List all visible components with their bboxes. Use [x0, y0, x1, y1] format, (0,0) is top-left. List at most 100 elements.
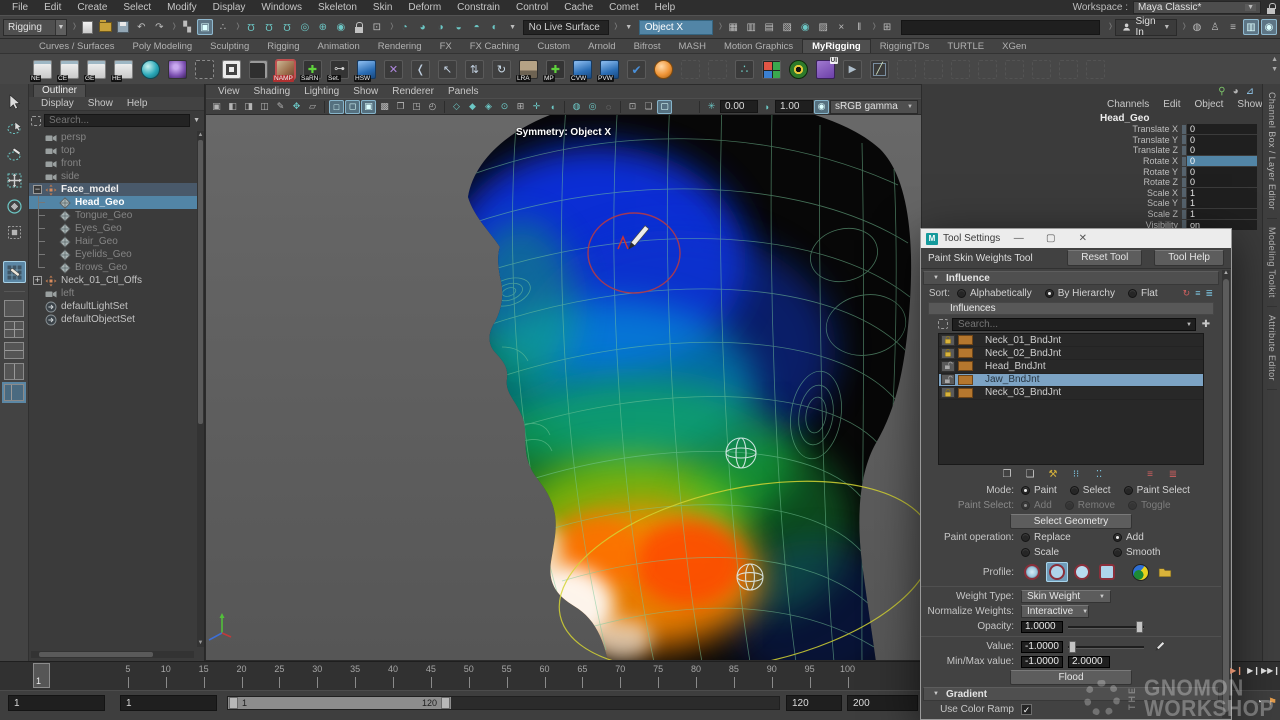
brush-profile-medium[interactable]	[1046, 562, 1068, 582]
max-value-field[interactable]: 2.0000	[1068, 656, 1110, 668]
shelf-tab[interactable]: Curves / Surfaces	[30, 40, 124, 53]
shelf-button[interactable]: SaRN	[300, 57, 325, 82]
capture-icon[interactable]: ❏	[641, 100, 656, 114]
min-value-field[interactable]: -1.0000	[1021, 656, 1063, 668]
shelf-scroll-down-icon[interactable]: ▼	[1271, 66, 1278, 73]
step-forward-frame-button[interactable]: ▶❙	[1247, 664, 1260, 677]
shelf-button[interactable]: MP	[543, 57, 568, 82]
influence-color-swatch[interactable]	[958, 348, 973, 358]
tree-view-icon[interactable]: ≣	[1205, 288, 1213, 299]
tab-attribute-editor[interactable]: Attribute Editor	[1267, 307, 1277, 390]
outliner-item[interactable]: Eyelids_Geo	[29, 248, 197, 261]
outliner-menu-item[interactable]: Show	[82, 98, 119, 109]
influence-list-item[interactable]: Neck_01_BndJnt	[939, 334, 1203, 347]
outliner-item[interactable]: Eyes_Geo	[29, 222, 197, 235]
channel-manipulator-icon[interactable]: ⚲	[1218, 86, 1225, 97]
shelf-button[interactable]	[408, 57, 433, 82]
paint-op-smooth-radio[interactable]	[1113, 548, 1122, 557]
display-layers-toggle-icon[interactable]: ≡	[1225, 19, 1241, 35]
modeling-toolkit-toggle-icon[interactable]: ◍	[1189, 19, 1205, 35]
mode-paint-radio[interactable]	[1021, 486, 1030, 495]
workspace-dropdown[interactable]: Maya Classic*▼	[1133, 1, 1261, 14]
view-transform-dropdown[interactable]: sRGB gamma▼	[830, 100, 918, 114]
save-scene-icon[interactable]	[115, 19, 131, 35]
move-weights-icon[interactable]: ⁝⁝	[1069, 468, 1083, 481]
shelf-tab[interactable]: MASH	[670, 40, 715, 53]
character-set-icon[interactable]: ⚑	[1268, 697, 1277, 708]
shelf-button[interactable]	[381, 57, 406, 82]
render-setup-icon[interactable]: ▨	[815, 19, 831, 35]
xray-icon[interactable]: ◇	[449, 100, 464, 114]
paint-select-tool-icon[interactable]	[3, 143, 26, 165]
shelf-tab[interactable]: XGen	[993, 40, 1035, 53]
add-influence-icon[interactable]: ✚	[1200, 319, 1212, 330]
shelf-tab[interactable]: FX Caching	[461, 40, 529, 53]
paste-weights-icon[interactable]: ❏	[1023, 468, 1037, 481]
camera-attributes-icon[interactable]: ◨	[241, 100, 256, 114]
symmetry-dropdown-icon[interactable]: ▼	[621, 19, 637, 35]
isolate-select-icon[interactable]: ⊙	[497, 100, 512, 114]
playback-range-bar[interactable]: 1 120	[228, 697, 451, 709]
menu-item[interactable]: Comet	[601, 2, 646, 13]
shelf-button[interactable]: HE	[111, 57, 136, 82]
shelf-button[interactable]: Set.	[327, 57, 352, 82]
point-constraint-icon[interactable]: ◔	[397, 19, 413, 35]
select-tool-icon[interactable]	[3, 91, 26, 113]
outliner-item[interactable]: front	[29, 157, 197, 170]
channel-slider-handle[interactable]	[1182, 157, 1186, 166]
parent-constraint-icon[interactable]: ◓	[469, 19, 485, 35]
channel-row[interactable]: Rotate Y 0	[982, 166, 1257, 177]
paint-op-scale-radio[interactable]	[1021, 548, 1030, 557]
lasso-tool-icon[interactable]	[3, 117, 26, 139]
bookmark-icon[interactable]: ◫	[257, 100, 272, 114]
channel-speed-icon[interactable]: ◕	[1233, 86, 1239, 97]
image-plane-icon[interactable]: ✎	[273, 100, 288, 114]
shelf-button[interactable]	[786, 57, 811, 82]
influence-list-item[interactable]: Head_BndJnt	[939, 360, 1203, 373]
outliner-item[interactable]: Brows_Geo	[29, 261, 197, 274]
outliner-item[interactable]: side	[29, 170, 197, 183]
channel-row[interactable]: Scale X 1	[982, 188, 1257, 199]
shelf-button[interactable]	[975, 57, 1000, 82]
value-slider[interactable]	[1068, 641, 1144, 653]
shelf-button[interactable]	[1002, 57, 1027, 82]
shelf-tab[interactable]: Sculpting	[201, 40, 258, 53]
influence-lock-toggle[interactable]	[941, 387, 955, 398]
shelf-button[interactable]	[840, 57, 865, 82]
viewport-canvas[interactable]: Symmetry: Object X	[206, 115, 921, 660]
shelf-button[interactable]: NE	[30, 57, 55, 82]
paint-select-remove-radio[interactable]	[1065, 501, 1074, 510]
joint-display-icon[interactable]: ✛	[529, 100, 544, 114]
shelf-tab[interactable]: Rendering	[369, 40, 431, 53]
shelf-tab[interactable]: MyRigging	[802, 39, 871, 53]
outliner-item[interactable]: defaultLightSet	[29, 300, 197, 313]
shelf-button[interactable]	[219, 57, 244, 82]
menu-item[interactable]: Skin	[365, 2, 400, 13]
outliner-item[interactable]: persp	[29, 131, 197, 144]
shelf-button[interactable]	[624, 57, 649, 82]
shelf-button[interactable]	[462, 57, 487, 82]
channel-slider-handle[interactable]	[1182, 178, 1186, 187]
menu-item[interactable]: Display	[205, 2, 254, 13]
aim-constraint-icon[interactable]: ◕	[415, 19, 431, 35]
shelf-button[interactable]	[165, 57, 190, 82]
lock-selection-icon[interactable]	[351, 19, 367, 35]
lock-camera-icon[interactable]: ◧	[225, 100, 240, 114]
channel-value-field[interactable]: 0	[1187, 177, 1257, 187]
shelf-button[interactable]	[921, 57, 946, 82]
shelf-button[interactable]	[1056, 57, 1081, 82]
layout-four-pane-button[interactable]	[4, 321, 24, 338]
outliner-item[interactable]: left	[29, 287, 197, 300]
channel-value-field[interactable]: 0	[1187, 167, 1257, 177]
channel-value-field[interactable]: 1	[1187, 209, 1257, 219]
viewport-menu-item[interactable]: View	[212, 86, 246, 97]
menu-item[interactable]: Cache	[556, 2, 601, 13]
shelf-button[interactable]	[867, 57, 892, 82]
brush-profile-square[interactable]	[1096, 562, 1118, 582]
flood-button[interactable]: Flood	[1010, 670, 1132, 685]
normalize-weights-dropdown[interactable]: Interactive	[1021, 605, 1089, 618]
paint-op-replace-radio[interactable]	[1021, 533, 1030, 542]
gamma-field[interactable]: 1.00	[775, 100, 813, 113]
brush-profile-solid[interactable]	[1071, 562, 1093, 582]
channel-value-field[interactable]: 0	[1187, 124, 1257, 134]
